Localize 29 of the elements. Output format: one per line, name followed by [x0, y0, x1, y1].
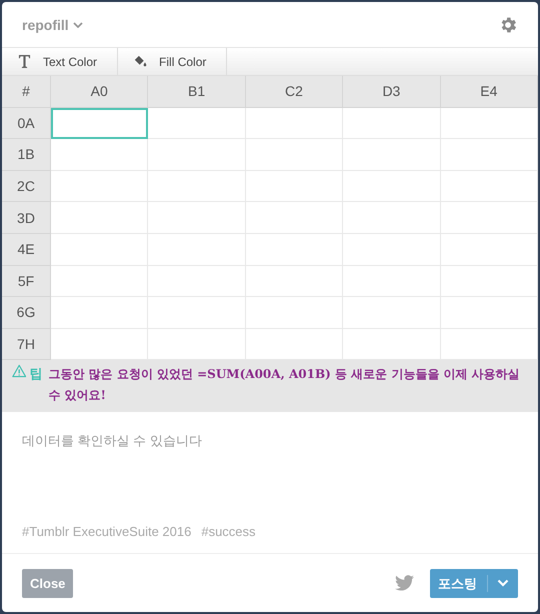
column-header: B1: [148, 76, 246, 108]
row-header: 5F: [2, 266, 51, 298]
row-header: 6G: [2, 297, 51, 329]
tip-label: 팁: [29, 366, 42, 384]
chevron-icon: [497, 579, 509, 587]
tag[interactable]: #Tumblr ExecutiveSuite 2016: [22, 524, 192, 539]
row-header: 3D: [2, 202, 51, 234]
column-header: A0: [51, 76, 148, 108]
column-header: C2: [246, 76, 344, 108]
table-header-cell: #: [2, 76, 51, 108]
row-header: 7H: [2, 328, 51, 360]
warning-icon: [12, 364, 26, 378]
row-header: 0A: [2, 108, 51, 140]
toolbar-button[interactable]: Text Color: [2, 48, 118, 75]
row-header: 4E: [2, 234, 51, 266]
close-button[interactable]: Close: [22, 568, 74, 598]
blog-selector[interactable]: repofill: [22, 16, 83, 32]
column-header: E4: [440, 76, 538, 108]
tag[interactable]: #success: [201, 524, 256, 539]
chevron-icon: [72, 22, 83, 28]
row-header: 1B: [2, 139, 51, 171]
table-cell[interactable]: [51, 108, 148, 140]
bird-icon[interactable]: [395, 575, 414, 591]
row-header: 2C: [2, 170, 51, 202]
toolbar-button[interactable]: Fill Color: [118, 48, 228, 75]
tip-message: 그동안 많은 요청이 있었던 =SUM(A00A, A01B) 등 새로운 기능들을 이제 사용하실 수 있어요!: [48, 366, 521, 404]
column-header: D3: [343, 76, 441, 108]
paint-bucket-icon: [134, 55, 148, 68]
text-style-icon: [18, 55, 31, 68]
